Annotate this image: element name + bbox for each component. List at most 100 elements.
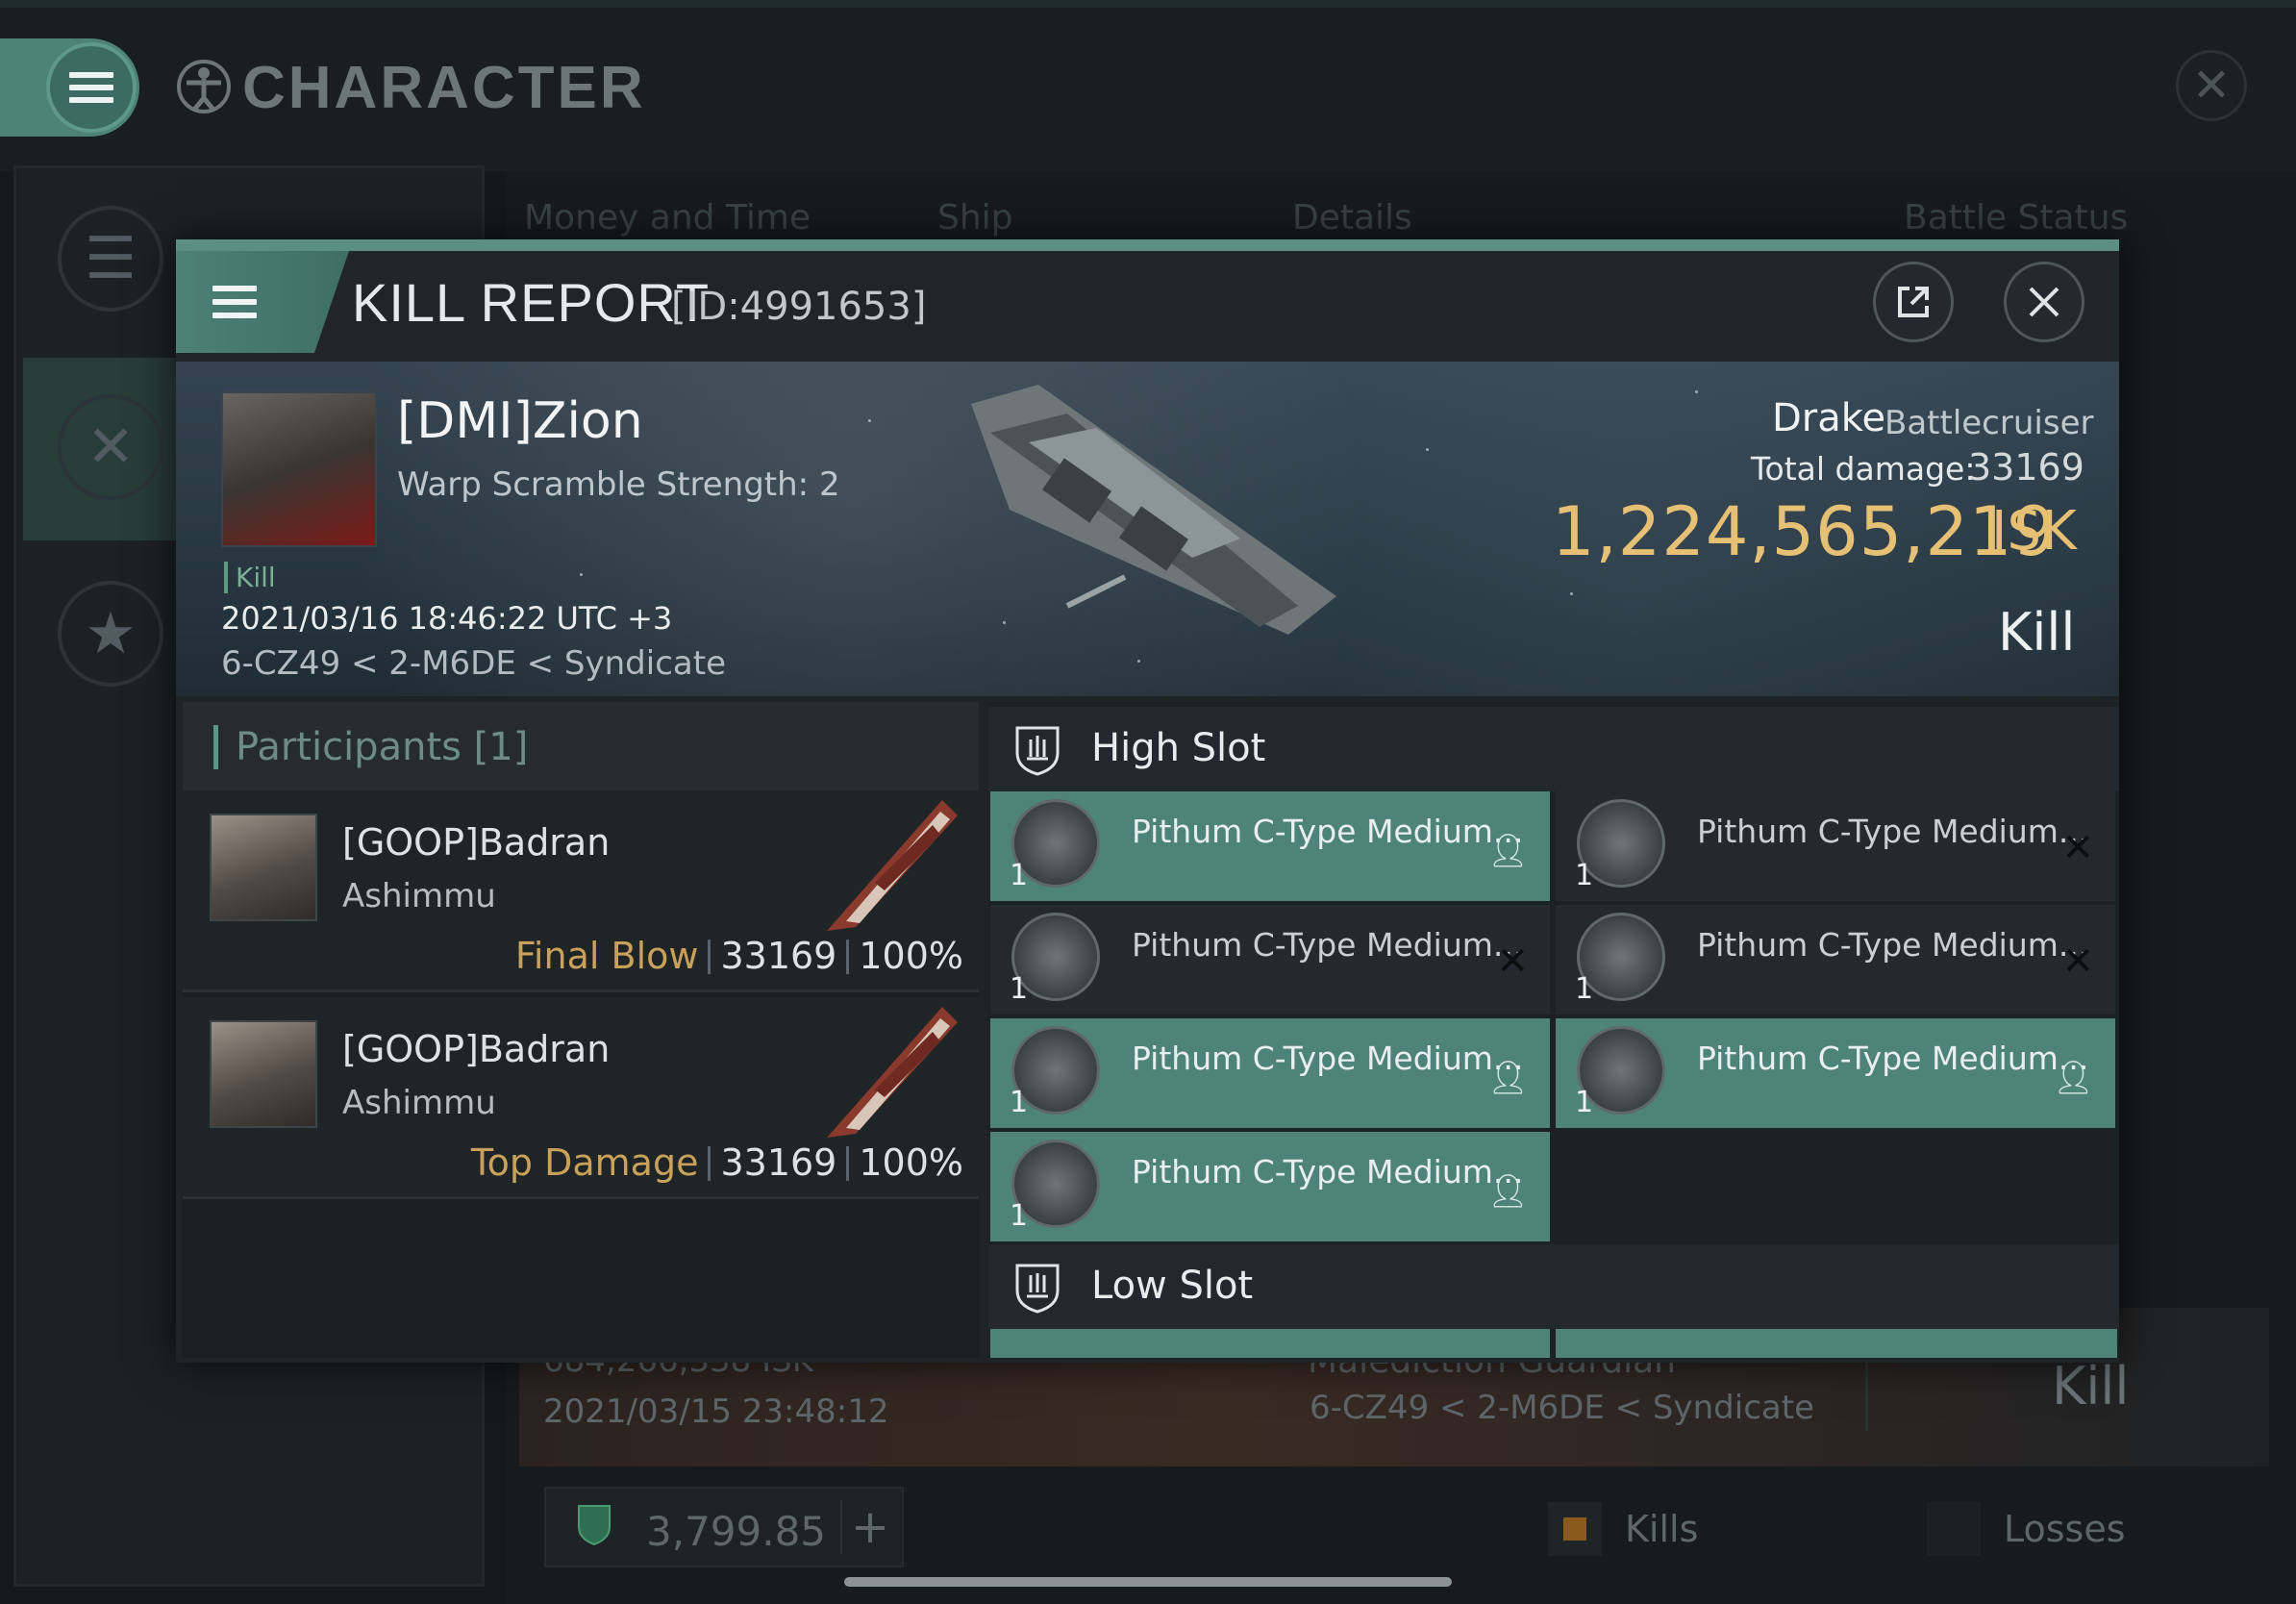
hamburger-icon bbox=[212, 278, 257, 326]
close-icon: ✕ bbox=[2191, 59, 2232, 113]
participant-ship: Ashimmu bbox=[342, 877, 496, 915]
person-icon: 👤︎ bbox=[1486, 832, 1529, 870]
high-slot-item[interactable]: 1 Pithum C-Type Medium... ✕ bbox=[990, 905, 1550, 1015]
kill-status: Kill bbox=[1998, 602, 2076, 663]
app-title: CHARACTER bbox=[242, 55, 646, 121]
rail-combat-button[interactable]: ✕ bbox=[58, 394, 163, 500]
separator bbox=[846, 940, 850, 974]
item-quantity: 1 bbox=[1010, 1086, 1029, 1119]
item-quantity: 1 bbox=[1010, 972, 1029, 1006]
home-indicator[interactable] bbox=[844, 1577, 1452, 1587]
separator bbox=[846, 1146, 850, 1181]
hamburger-icon bbox=[69, 65, 113, 110]
item-name: Pithum C-Type Medium... bbox=[1132, 1153, 1524, 1190]
total-damage-label: Total damage: bbox=[1751, 450, 1976, 488]
separator bbox=[708, 940, 711, 974]
kill-location[interactable]: 6-CZ49 < 2-M6DE < Syndicate bbox=[221, 644, 726, 683]
x-icon: ✕ bbox=[1496, 940, 1529, 984]
kills-legend-label: Kills bbox=[1625, 1508, 1699, 1550]
isk-unit: ISK bbox=[1991, 500, 2077, 563]
participant-damage: 33169 bbox=[720, 1141, 837, 1184]
share-button[interactable] bbox=[1873, 262, 1954, 342]
losses-legend-swatch bbox=[1927, 1502, 1981, 1556]
item-name: Pithum C-Type Medium... bbox=[1132, 1040, 1524, 1077]
add-balance-button[interactable]: + bbox=[840, 1500, 898, 1554]
victim-name[interactable]: [DMI]Zion bbox=[397, 392, 643, 450]
high-slot-header: High Slot bbox=[988, 707, 2119, 791]
rail-medals-button[interactable]: ★ bbox=[58, 581, 163, 687]
high-slot-item[interactable]: 1 Pithum C-Type Medium... 👤︎ bbox=[990, 1018, 1550, 1128]
participant-damage: 33169 bbox=[720, 935, 837, 977]
kills-legend-swatch bbox=[1548, 1502, 1602, 1556]
participant-portrait bbox=[210, 814, 317, 921]
kill-tag: Kill bbox=[224, 562, 276, 593]
kills-color-square bbox=[1563, 1517, 1586, 1541]
external-link-icon bbox=[1898, 287, 1929, 317]
row-location: 6-CZ49 < 2-M6DE < Syndicate bbox=[1310, 1389, 1814, 1427]
item-name: Pithum C-Type Medium... bbox=[1697, 1040, 2089, 1077]
low-slot-header: Low Slot bbox=[988, 1244, 2119, 1329]
item-quantity: 1 bbox=[1575, 859, 1594, 892]
ashimmu-ship-image bbox=[827, 800, 958, 931]
high-slot-item[interactable]: 1 Pithum C-Type Medium... 👤︎ bbox=[1556, 1018, 2115, 1128]
col-ship: Ship bbox=[937, 198, 1013, 238]
high-slot-item[interactable]: 1 Pithum C-Type Medium... 👤︎ bbox=[990, 791, 1550, 901]
dialog-accent-line bbox=[176, 239, 2119, 251]
x-icon: ✕ bbox=[2061, 826, 2094, 870]
participant-stats: Final Blow 33169 100% bbox=[515, 935, 963, 977]
row-date: 2021/03/15 23:48:12 bbox=[543, 1392, 889, 1431]
isk-value: 1,224,565,219 bbox=[1552, 492, 2058, 571]
participant-name: [GOOP]Badran bbox=[342, 1028, 611, 1070]
victim-ship-class: Battlecruiser bbox=[1884, 404, 2094, 442]
participant-row[interactable]: [GOOP]Badran Ashimmu Top Damage 33169 100% bbox=[183, 997, 979, 1199]
low-slot-item-partial[interactable] bbox=[1556, 1329, 2117, 1358]
warp-scramble-strength: Warp Scramble Strength: 2 bbox=[397, 465, 840, 504]
participant-name: [GOOP]Badran bbox=[342, 821, 611, 864]
dialog-close-button[interactable] bbox=[2004, 262, 2084, 342]
item-name: Pithum C-Type Medium... bbox=[1697, 813, 2089, 850]
item-quantity: 1 bbox=[1575, 972, 1594, 1006]
close-window-button[interactable]: ✕ bbox=[2176, 50, 2247, 121]
participant-role: Top Damage bbox=[470, 1141, 699, 1184]
star-icon: ★ bbox=[85, 600, 137, 667]
ashimmu-ship-image bbox=[827, 1007, 958, 1138]
plus-icon: + bbox=[850, 1500, 890, 1554]
low-slot-title: Low Slot bbox=[1091, 1264, 1254, 1308]
participant-row[interactable]: [GOOP]Badran Ashimmu Final Blow 33169 100% bbox=[183, 790, 979, 992]
dialog-title: KILL REPORT bbox=[352, 272, 711, 333]
top-edge bbox=[0, 0, 2296, 8]
participants-title: Participants [1] bbox=[213, 725, 528, 769]
separator bbox=[708, 1146, 711, 1181]
item-name: Pithum C-Type Medium... bbox=[1132, 813, 1524, 850]
participant-ship: Ashimmu bbox=[342, 1084, 496, 1122]
person-icon: 👤︎ bbox=[1486, 1059, 1529, 1097]
col-money-time: Money and Time bbox=[524, 198, 811, 238]
participant-portrait bbox=[210, 1020, 317, 1128]
high-slot-item[interactable]: 1 Pithum C-Type Medium... ✕ bbox=[1556, 791, 2115, 901]
row-status: Kill bbox=[2052, 1356, 2130, 1416]
item-quantity: 1 bbox=[1575, 1086, 1594, 1119]
item-name: Pithum C-Type Medium... bbox=[1697, 926, 2089, 964]
close-icon bbox=[2029, 287, 2059, 317]
col-battle-status: Battle Status bbox=[1904, 198, 2129, 238]
crossed-swords-icon: ✕ bbox=[86, 414, 136, 481]
high-slot-item[interactable]: 1 Pithum C-Type Medium... 👤︎ bbox=[990, 1132, 1550, 1241]
person-icon: 👤︎ bbox=[1486, 1172, 1529, 1211]
balance-value: 3,799.85 bbox=[646, 1508, 827, 1555]
item-quantity: 1 bbox=[1010, 1199, 1029, 1233]
x-icon: ✕ bbox=[2061, 940, 2094, 984]
participant-percent: 100% bbox=[859, 935, 963, 977]
total-damage-value: 33169 bbox=[1968, 446, 2084, 489]
main-menu-button[interactable] bbox=[46, 42, 137, 133]
kill-id: [ID:4991653] bbox=[671, 285, 927, 329]
col-details: Details bbox=[1292, 198, 1412, 238]
person-icon: 👤︎ bbox=[2052, 1059, 2094, 1097]
kill-datetime: 2021/03/16 18:46:22 UTC +3 bbox=[221, 600, 673, 637]
victim-ship-name: Drake bbox=[1772, 396, 1886, 440]
participant-percent: 100% bbox=[859, 1141, 963, 1184]
rail-list-button[interactable]: ☰ bbox=[58, 206, 163, 312]
victim-portrait[interactable] bbox=[221, 391, 377, 547]
vitruvian-character-icon bbox=[177, 60, 231, 113]
high-slot-item[interactable]: 1 Pithum C-Type Medium... ✕ bbox=[1556, 905, 2115, 1015]
low-slot-item-partial[interactable] bbox=[990, 1329, 1550, 1358]
